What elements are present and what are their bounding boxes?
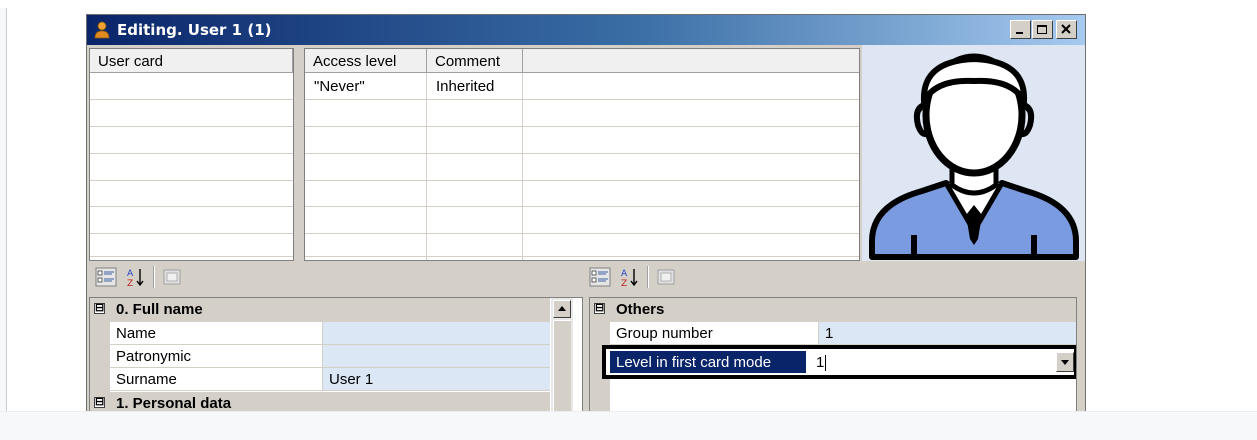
svg-text:A: A [621,269,628,279]
property-row-name[interactable]: Name [110,322,550,345]
minimize-icon [1016,32,1023,34]
alphabetical-sort-icon[interactable]: A Z [619,267,641,287]
minimize-button[interactable] [1010,20,1031,39]
column-header-user-card[interactable]: User card [90,49,293,73]
left-property-grid[interactable]: ⊟ 0. Full name Name Patronymic Surname U… [89,297,583,412]
row-divider [90,126,293,127]
selected-property-label-cell[interactable]: Level in first card mode [610,351,806,373]
alphabetical-sort-icon[interactable]: A Z [125,267,147,287]
access-level-cell[interactable]: "Never" [314,78,365,95]
property-label: Name [116,325,157,342]
row-divider [305,99,859,100]
column-header-access-level[interactable]: Access level [305,49,427,73]
row-divider [305,233,859,234]
arrow-up-icon [558,306,566,311]
row-divider [305,206,859,207]
right-property-toolbar: A Z [587,261,1085,291]
left-property-toolbar: A Z [87,261,585,291]
maximize-button[interactable] [1032,20,1053,39]
property-label: Group number [616,325,713,342]
property-value-cell[interactable]: User 1 [322,368,550,390]
user-avatar-icon [869,53,1079,260]
toolbar-separator [153,266,155,288]
property-row-patronymic[interactable]: Patronymic [110,345,550,368]
dropdown-button[interactable] [1056,352,1074,372]
chevron-down-icon [1061,360,1069,365]
close-button[interactable] [1056,20,1077,39]
row-divider [90,206,293,207]
right-property-grid[interactable]: ⊟ Others Group number 1 Level in first c… [589,297,1077,412]
user-card-grid[interactable]: User card [89,48,294,261]
page-top-bar [0,0,1257,8]
column-header-empty [523,49,859,73]
user-icon [94,21,110,39]
row-divider [305,180,859,181]
category-others[interactable]: ⊟ Others [590,298,1076,322]
access-level-grid[interactable]: Access level Comment "Never" Inherited [304,48,860,261]
property-pages-icon[interactable] [655,267,677,287]
highlighted-property-row[interactable]: Level in first card mode 1 [602,345,1076,379]
svg-text:Z: Z [127,279,133,287]
property-label: Level in first card mode [616,354,772,371]
level-first-card-mode-input[interactable]: 1 [808,351,1054,373]
row-divider [90,180,293,181]
property-value: 1 [816,354,825,371]
row-divider [90,153,293,154]
property-label: Surname [116,371,177,388]
property-value-cell[interactable] [322,345,550,367]
collapse-icon[interactable]: ⊟ [94,303,105,314]
property-value: User 1 [329,371,374,388]
scroll-thumb[interactable] [553,320,571,412]
row-divider [305,256,859,257]
property-pages-icon[interactable] [161,267,183,287]
svg-text:Z: Z [621,279,627,287]
property-value-cell[interactable]: 1 [818,322,1076,344]
property-row-group-number[interactable]: Group number 1 [610,322,1076,345]
collapse-icon[interactable]: ⊟ [594,303,605,314]
toolbar-separator [647,266,649,288]
category-full-name[interactable]: ⊟ 0. Full name [90,298,550,322]
category-label: 1. Personal data [116,395,232,412]
row-divider [305,153,859,154]
window-title: Editing. User 1 (1) [117,21,272,39]
category-label: Others [616,301,665,318]
user-photo-panel[interactable] [862,45,1085,261]
property-label: Patronymic [116,348,192,365]
comment-cell[interactable]: Inherited [436,78,494,95]
page-left-border [6,8,7,439]
scroll-up-button[interactable] [553,300,571,318]
category-label: 0. Full name [116,301,203,318]
text-cursor [825,355,826,371]
categorized-icon[interactable] [589,267,611,287]
svg-text:A: A [127,269,134,279]
categorized-icon[interactable] [95,267,117,287]
collapse-icon[interactable]: ⊟ [94,397,105,408]
page-footer-strip [0,411,1257,440]
vertical-scrollbar[interactable] [551,298,573,412]
category-personal-data[interactable]: ⊟ 1. Personal data [90,392,550,412]
row-divider [305,126,859,127]
property-value: 1 [825,325,834,342]
row-divider [90,256,293,257]
maximize-icon [1037,25,1047,34]
title-bar[interactable]: Editing. User 1 (1) [87,15,1085,45]
property-value-cell[interactable] [322,322,550,344]
property-row-surname[interactable]: Surname User 1 [110,368,550,391]
row-divider [90,99,293,100]
editing-user-window: Editing. User 1 (1) User card Access lev… [86,14,1086,413]
column-header-comment[interactable]: Comment [427,49,523,73]
row-divider [90,233,293,234]
close-icon [1061,24,1071,34]
